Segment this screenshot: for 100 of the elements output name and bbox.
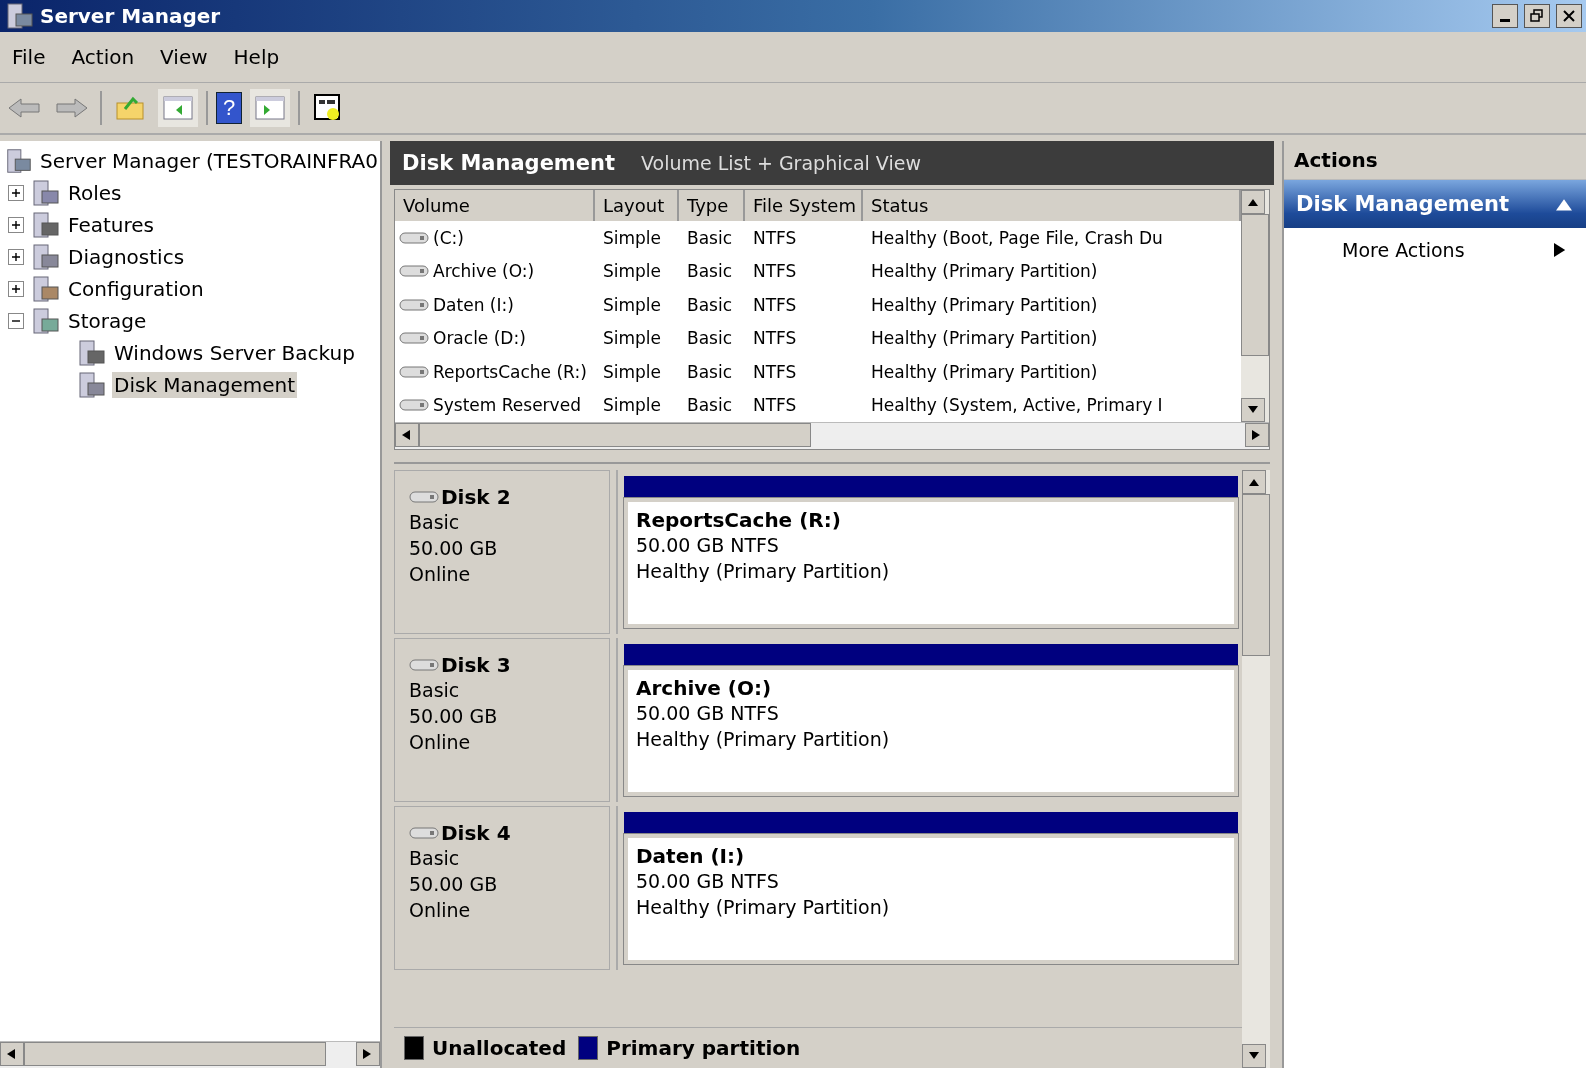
actions-header: Actions xyxy=(1284,141,1586,180)
tree-item[interactable]: Diagnostics xyxy=(66,244,187,270)
column-header[interactable]: File System xyxy=(745,190,863,221)
disk-type: Basic xyxy=(409,678,461,703)
restore-button[interactable] xyxy=(1524,4,1550,28)
close-button[interactable] xyxy=(1556,4,1582,28)
panel-subtitle: Volume List + Graphical View xyxy=(641,152,921,174)
server-icon xyxy=(76,339,106,367)
horizontal-scrollbar[interactable] xyxy=(395,422,1269,449)
drive-icon xyxy=(409,826,439,840)
table-cell-text: Simple xyxy=(602,327,663,351)
server-icon xyxy=(30,307,60,335)
menu-item[interactable]: File xyxy=(2,45,62,69)
horizontal-scrollbar[interactable] xyxy=(0,1041,380,1068)
column-header[interactable]: Status xyxy=(863,190,1241,221)
column-header[interactable]: Type xyxy=(679,190,745,221)
table-cell-text: Healthy (Boot, Page File, Crash Du xyxy=(870,226,1164,250)
drive-icon xyxy=(399,264,429,279)
actions-section-header[interactable]: Disk Management xyxy=(1284,180,1586,228)
vertical-scrollbar[interactable] xyxy=(1241,190,1269,422)
tree-item[interactable]: Storage xyxy=(66,308,149,334)
disk-status: Online xyxy=(409,730,472,755)
partition-status: Healthy (Primary Partition) xyxy=(636,727,891,752)
drive-icon xyxy=(399,297,429,312)
disk-name: Disk 3 xyxy=(409,653,595,677)
drive-icon xyxy=(409,490,439,504)
tree-item[interactable]: Windows Server Backup xyxy=(112,340,357,366)
server-icon xyxy=(30,243,60,271)
expander[interactable] xyxy=(8,281,24,297)
table-cell-text: Basic xyxy=(686,226,733,250)
expander[interactable] xyxy=(8,185,24,201)
table-cell: Archive (O:) xyxy=(395,254,595,288)
table-cell-text: NTFS xyxy=(752,394,798,418)
disk-name: Disk 2 xyxy=(409,485,595,509)
disk-status: Online xyxy=(409,562,472,587)
scroll-down-icon xyxy=(1249,1051,1259,1061)
disk-status: Online xyxy=(409,898,472,923)
server-icon xyxy=(30,179,60,207)
legend-label: Primary partition xyxy=(606,1036,801,1060)
disk-size: 50.00 GB xyxy=(409,872,499,897)
vertical-scrollbar[interactable] xyxy=(1242,470,1270,1068)
table-cell-text: NTFS xyxy=(752,226,798,250)
table-cell-text: Basic xyxy=(686,293,733,317)
server-icon xyxy=(30,275,60,303)
drive-icon xyxy=(399,331,429,346)
table-cell-text: NTFS xyxy=(752,260,798,284)
table-cell-text: Basic xyxy=(686,360,733,384)
drive-icon xyxy=(399,230,429,245)
expander[interactable] xyxy=(8,313,24,329)
help-button[interactable]: ? xyxy=(216,92,242,124)
scroll-right-icon xyxy=(1252,430,1262,440)
drive-icon xyxy=(399,398,429,413)
tree-item[interactable]: Configuration xyxy=(66,276,206,302)
partition-size: 50.00 GB NTFS xyxy=(636,701,780,726)
plus-icon xyxy=(11,220,21,230)
expander[interactable] xyxy=(8,217,24,233)
table-cell-text: Basic xyxy=(686,327,733,351)
panel-title: Disk Management xyxy=(402,151,615,175)
table-cell-text: NTFS xyxy=(752,360,798,384)
server-icon xyxy=(30,211,60,239)
restore-icon xyxy=(1530,9,1544,23)
table-cell: Daten (I:) xyxy=(395,288,595,322)
menu-item[interactable]: Action xyxy=(61,45,151,69)
menu-item[interactable]: Help xyxy=(223,45,296,69)
scroll-left-icon xyxy=(7,1049,17,1059)
table-cell-text: Healthy (Primary Partition) xyxy=(870,327,1099,351)
menu-item[interactable]: View xyxy=(150,45,224,69)
table-cell: Oracle (D:) xyxy=(395,321,595,355)
table-cell-text: Simple xyxy=(602,394,663,418)
scroll-down-icon xyxy=(1248,405,1258,415)
server-icon xyxy=(4,2,34,30)
table-cell-text: Simple xyxy=(602,293,663,317)
action-item[interactable]: More Actions xyxy=(1284,228,1586,272)
tree-item[interactable]: Roles xyxy=(66,180,124,206)
table-cell-text: Basic xyxy=(686,394,733,418)
table-cell-text: Simple xyxy=(602,226,663,250)
expander[interactable] xyxy=(8,249,24,265)
table-cell: ReportsCache (R:) xyxy=(395,355,595,389)
plus-icon xyxy=(11,284,21,294)
table-cell-text: Simple xyxy=(602,360,663,384)
table-cell: System Reserved xyxy=(395,388,595,422)
minimize-button[interactable] xyxy=(1492,4,1518,28)
column-header[interactable]: Volume xyxy=(395,190,595,221)
partition-status: Healthy (Primary Partition) xyxy=(636,895,891,920)
table-cell-text: NTFS xyxy=(752,327,798,351)
partition-name: Daten (I:) xyxy=(636,844,746,868)
tree-item[interactable]: Disk Management xyxy=(112,372,298,398)
server-icon xyxy=(76,371,106,399)
table-cell-text: Healthy (Primary Partition) xyxy=(870,260,1099,284)
scroll-right-icon xyxy=(363,1049,373,1059)
drive-icon xyxy=(399,364,429,379)
column-header[interactable]: Layout xyxy=(595,190,679,221)
tree-item[interactable]: Features xyxy=(66,212,156,238)
table-cell: (C:) xyxy=(395,221,595,255)
minimize-icon xyxy=(1500,18,1510,22)
server-icon xyxy=(4,147,33,175)
partition-size: 50.00 GB NTFS xyxy=(636,533,780,558)
drive-icon xyxy=(409,658,439,672)
legend-label: Unallocated xyxy=(432,1036,567,1060)
tree-item[interactable]: Server Manager (TESTORAINFRA0 xyxy=(38,148,380,174)
